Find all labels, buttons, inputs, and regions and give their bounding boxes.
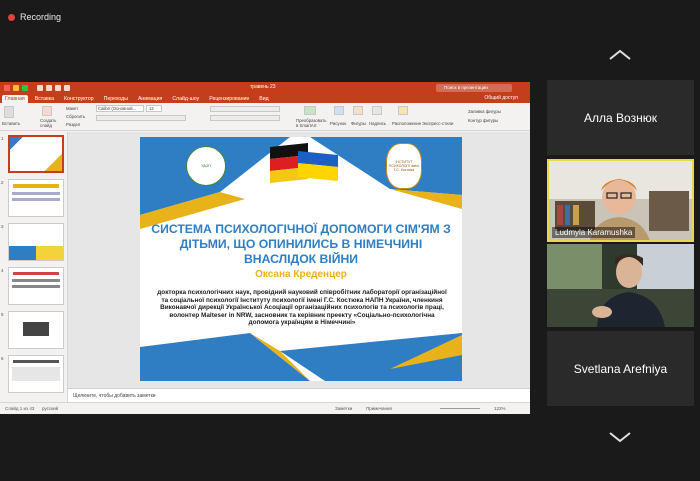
tab-review[interactable]: Рецензирование xyxy=(206,95,252,103)
zoom-slider[interactable] xyxy=(440,408,480,409)
share-button[interactable]: Общий доступ xyxy=(484,95,518,101)
slide-thumbnail[interactable] xyxy=(8,311,64,349)
current-slide[interactable]: УАОП ІНСТИТУТ ПСИХОЛОГІЇ імені Г.С. Кост… xyxy=(140,137,462,381)
tab-view[interactable]: Вид xyxy=(256,95,271,103)
tab-animations[interactable]: Анимация xyxy=(135,95,165,103)
convert-smartart-button[interactable]: Преобразовать в SmartArt xyxy=(296,118,327,128)
slide-author-bio: докторка психологічних наук, провідний н… xyxy=(157,289,447,327)
paste-icon[interactable] xyxy=(4,106,14,118)
quick-styles-button[interactable]: Экспресс-стили xyxy=(422,121,453,126)
alignment-controls[interactable] xyxy=(210,115,280,121)
section-button[interactable]: Раздел xyxy=(66,122,80,127)
comments-toggle-button[interactable]: Примечания xyxy=(366,406,392,411)
layout-button[interactable]: Макет xyxy=(66,106,78,111)
font-family-value: Calibri (Основной... xyxy=(98,106,137,111)
save-icon[interactable] xyxy=(46,85,52,91)
institute-logo: ІНСТИТУТ ПСИХОЛОГІЇ імені Г.С. Костюка xyxy=(386,143,422,189)
recording-dot-icon xyxy=(8,13,15,21)
shapes-icon[interactable] xyxy=(353,106,363,115)
thumbnail-number: 1 xyxy=(1,136,4,141)
tab-transitions[interactable]: Переходы xyxy=(101,95,131,103)
new-slide-button[interactable]: Создать слайд xyxy=(40,118,60,128)
new-slide-icon[interactable] xyxy=(42,106,52,116)
association-logo-text: УАОП xyxy=(201,164,211,168)
slide-author-name: Оксана Креденцер xyxy=(255,269,347,280)
slide-thumbnail[interactable] xyxy=(8,135,64,173)
participant-tile-svetlana[interactable]: Svetlana Arefniya xyxy=(547,331,694,406)
search-input[interactable]: Поиск в презентации xyxy=(436,84,512,92)
association-logo: УАОП xyxy=(186,146,226,186)
smartart-icon[interactable] xyxy=(304,106,316,115)
maximize-window-icon[interactable] xyxy=(22,85,28,91)
home-icon[interactable] xyxy=(37,85,43,91)
participant-name: Алла Вознюк xyxy=(584,110,657,125)
language-indicator: русский xyxy=(42,406,59,411)
ribbon-toolbar: Вставить Создать слайд Макет Сбросить Ра… xyxy=(0,103,530,131)
font-size-value: 12 xyxy=(149,106,154,111)
participant-video-svetlana[interactable] xyxy=(547,244,694,327)
slide-thumbnail[interactable] xyxy=(8,267,64,305)
recording-indicator: Recording xyxy=(8,12,61,22)
thumbnail-number: 6 xyxy=(1,356,4,361)
arrange-button[interactable]: Расположение xyxy=(392,121,421,126)
institute-logo-text: ІНСТИТУТ ПСИХОЛОГІЇ імені Г.С. Костюка xyxy=(388,160,420,172)
tab-insert[interactable]: Вставка xyxy=(32,95,57,103)
thumbnail-number: 4 xyxy=(1,268,4,273)
recording-label: Recording xyxy=(20,12,62,22)
undo-icon[interactable] xyxy=(55,85,61,91)
slide-thumbnail[interactable] xyxy=(8,179,64,217)
paragraph-controls[interactable] xyxy=(210,106,280,112)
tab-design[interactable]: Конструктор xyxy=(61,95,97,103)
ribbon-tabs: Главная Вставка Конструктор Переходы Ани… xyxy=(0,94,530,103)
textbox-button[interactable]: Надпись xyxy=(369,121,386,126)
shapes-button[interactable]: Фигуры xyxy=(351,121,366,126)
video-frame-svetlana xyxy=(547,244,694,327)
arrange-icon[interactable] xyxy=(398,106,408,115)
slide-thumbnail[interactable] xyxy=(8,223,64,261)
notes-toggle-button[interactable]: Заметки xyxy=(335,406,352,411)
flags-image xyxy=(270,143,338,183)
participant-name: Svetlana Arefniya xyxy=(573,361,668,376)
tab-slideshow[interactable]: Слайд-шоу xyxy=(169,95,202,103)
picture-button[interactable]: Рисунок xyxy=(330,121,346,126)
slide-thumbnail-pane: 1 2 3 4 5 6 xyxy=(0,132,68,402)
ppt-title-bar: травень 23 Поиск в презентации xyxy=(0,82,530,94)
slide-thumbnail[interactable] xyxy=(8,355,64,393)
paste-button[interactable]: Вставить xyxy=(2,121,20,126)
thumbnail-number: 5 xyxy=(1,312,4,317)
textbox-icon[interactable] xyxy=(372,106,382,115)
close-window-icon[interactable] xyxy=(4,85,10,91)
file-title: травень 23 xyxy=(250,84,276,90)
participant-name-label: Ludmyla Karamushka xyxy=(552,227,636,238)
shape-outline-button[interactable]: Контур фигуры xyxy=(468,118,498,123)
participant-tile-alla[interactable]: Алла Вознюк xyxy=(547,80,694,155)
redo-icon[interactable] xyxy=(64,85,70,91)
slide-title: СИСТЕМА ПСИХОЛОГІЧНОЇ ДОПОМОГИ СІМ'ЯМ З … xyxy=(151,222,451,266)
gallery-up-chevron-icon[interactable] xyxy=(607,48,633,62)
tab-home[interactable]: Главная xyxy=(2,95,28,103)
reset-button[interactable]: Сбросить xyxy=(66,114,85,119)
slide-counter: Слайд 1 из 43 xyxy=(5,406,35,411)
zoom-level: 122% xyxy=(494,406,506,411)
thumbnail-number: 2 xyxy=(1,180,4,185)
status-bar: Слайд 1 из 43 русский Заметки Примечания… xyxy=(0,402,530,414)
notes-input[interactable]: Щелкните, чтобы добавить заметки xyxy=(68,388,530,402)
thumbnail-number: 3 xyxy=(1,224,4,229)
participant-video-ludmyla[interactable]: Ludmyla Karamushka xyxy=(547,159,694,242)
text-format-controls[interactable] xyxy=(96,115,186,121)
shape-fill-button[interactable]: Заливка фигуры xyxy=(468,109,501,114)
gallery-down-chevron-icon[interactable] xyxy=(607,430,633,444)
minimize-window-icon[interactable] xyxy=(13,85,19,91)
picture-icon[interactable] xyxy=(334,106,344,115)
